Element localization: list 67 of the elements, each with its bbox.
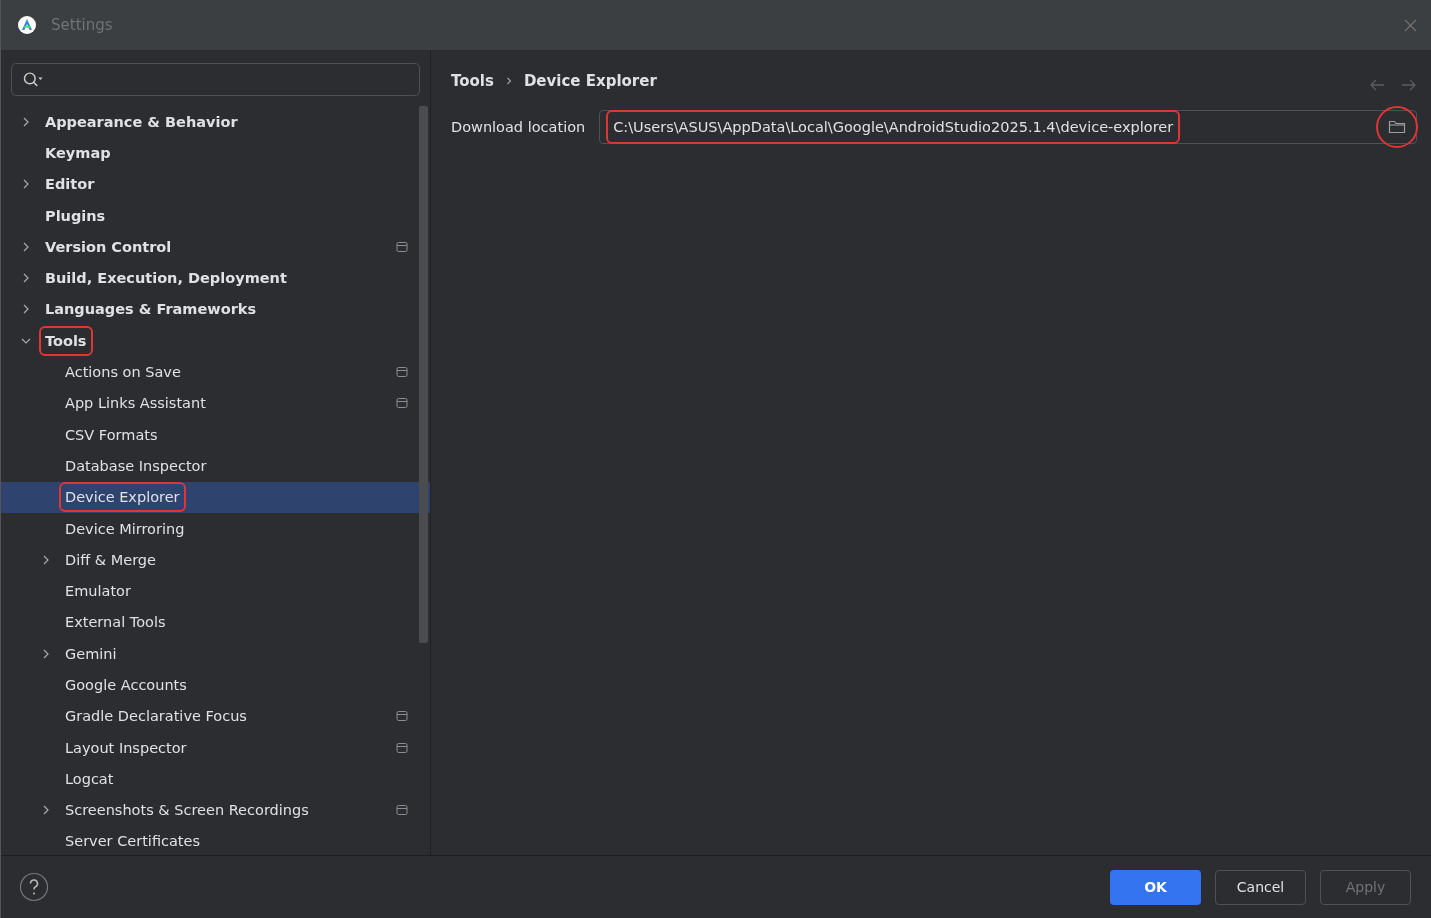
tree-item[interactable]: Actions on Save: [1, 356, 430, 388]
folder-icon: [1388, 119, 1406, 135]
tree-item[interactable]: Gradle Declarative Focus: [1, 700, 430, 732]
tree-item[interactable]: Database Inspector: [1, 450, 430, 482]
tree-item[interactable]: Appearance & Behavior: [1, 106, 430, 138]
chevron-right-icon[interactable]: [21, 304, 31, 315]
app-logo-icon: [17, 15, 37, 35]
tree-item-label: Server Certificates: [64, 832, 202, 852]
tree-item-label: Keymap: [44, 143, 112, 163]
tree-item[interactable]: App Links Assistant: [1, 387, 430, 419]
tree-item-label: Screenshots & Screen Recordings: [64, 801, 310, 821]
tree-item[interactable]: Logcat: [1, 763, 430, 795]
scrollbar-thumb[interactable]: [419, 106, 428, 643]
tree-item[interactable]: Emulator: [1, 575, 430, 607]
tree-item-label: Actions on Save: [64, 363, 182, 382]
search-field[interactable]: [11, 63, 420, 96]
search-icon: [22, 71, 44, 88]
tree-item[interactable]: CSV Formats: [1, 418, 430, 451]
tree-item-label: Database Inspector: [64, 456, 208, 476]
tree-item[interactable]: Screenshots & Screen Recordings: [1, 794, 430, 826]
chevron-right-icon[interactable]: [21, 179, 31, 190]
dialog-button[interactable]: Cancel: [1215, 869, 1306, 905]
chevron-right-icon[interactable]: [41, 648, 51, 659]
field-label: Download location: [451, 119, 586, 135]
tree-item[interactable]: Device Explorer: [1, 481, 430, 513]
tree-item-label: Gradle Declarative Focus: [64, 707, 248, 727]
tree-item-label: Editor: [44, 175, 96, 195]
dialog-button[interactable]: OK: [1110, 869, 1201, 905]
tree-item[interactable]: Layout Inspector: [1, 731, 430, 764]
tree-item-label: Layout Inspector: [64, 738, 188, 758]
chevron-right-icon[interactable]: [21, 116, 31, 127]
tree-item-label: Appearance & Behavior: [44, 112, 239, 132]
tree-item[interactable]: Diff & Merge: [1, 544, 430, 576]
chevron-right-icon[interactable]: [21, 273, 31, 284]
tree-item[interactable]: Version Control: [1, 231, 430, 263]
tree-item[interactable]: Google Accounts: [1, 669, 430, 701]
help-icon: [19, 872, 49, 902]
tree-item[interactable]: Languages & Frameworks: [1, 293, 430, 326]
chevron-right-icon[interactable]: [21, 241, 31, 252]
tree-item-label: CSV Formats: [64, 425, 159, 445]
breadcrumb-item: Device Explorer: [523, 72, 657, 90]
tree-item-label: Device Mirroring: [64, 519, 186, 539]
tree-item[interactable]: Editor: [1, 168, 430, 200]
tree-item[interactable]: Server Certificates: [1, 825, 430, 855]
tree-item-label: Languages & Frameworks: [44, 300, 258, 320]
tree-item[interactable]: Gemini: [1, 638, 430, 670]
tree-item-label: Google Accounts: [64, 676, 188, 695]
tree-item-label: Gemini: [64, 644, 118, 664]
tree-item-label: Version Control: [44, 237, 173, 257]
tree-item-label: Emulator: [64, 582, 132, 602]
tree-item[interactable]: Device Mirroring: [1, 512, 430, 545]
tree-item-label: Build, Execution, Deployment: [44, 269, 288, 289]
chevron-right-icon[interactable]: [41, 805, 51, 816]
tree-item-label: Plugins: [44, 206, 107, 226]
tree-item-label: External Tools: [64, 613, 167, 633]
tree-item-label: Logcat: [64, 769, 115, 789]
tree-item[interactable]: Tools: [1, 325, 430, 357]
tree-item[interactable]: Build, Execution, Deployment: [1, 262, 430, 294]
tree-item[interactable]: Plugins: [1, 199, 430, 232]
help-button[interactable]: [19, 872, 49, 902]
chevron-right-icon: [505, 76, 512, 86]
tree-item-label: Diff & Merge: [64, 550, 157, 570]
chevron-right-icon[interactable]: [41, 554, 51, 565]
breadcrumb-item[interactable]: Tools: [451, 72, 494, 90]
tree-item[interactable]: External Tools: [1, 606, 430, 639]
tree-item[interactable]: Keymap: [1, 137, 430, 169]
tree-item-label: App Links Assistant: [64, 394, 207, 414]
